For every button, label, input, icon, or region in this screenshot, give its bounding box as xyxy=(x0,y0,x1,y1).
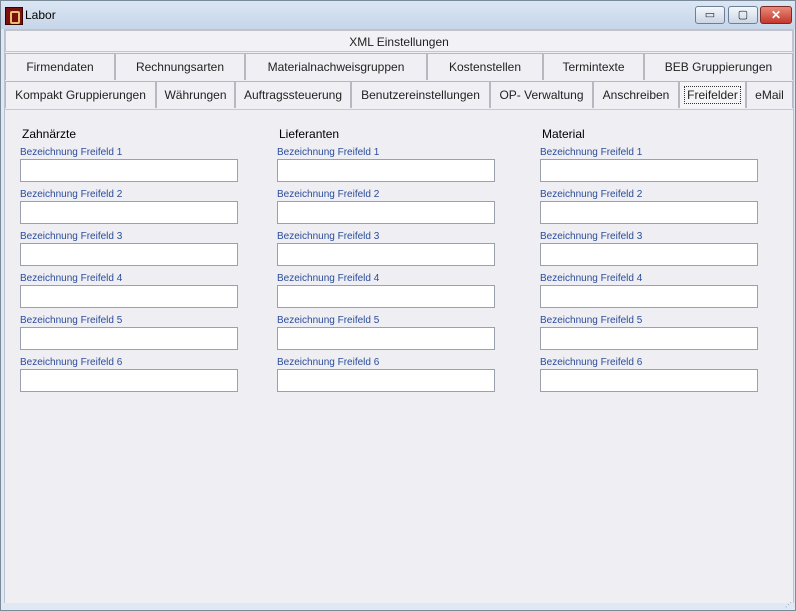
lieferanten-freifeld-1-input[interactable] xyxy=(277,159,495,182)
freifelder-panel: Zahnärzte Bezeichnung Freifeld 1 Bezeich… xyxy=(5,109,793,605)
tab-freifelder[interactable]: Freifelder xyxy=(679,81,746,108)
tab-kostenstellen[interactable]: Kostenstellen xyxy=(427,53,543,80)
maximize-button[interactable]: ▢ xyxy=(728,6,758,24)
tab-anschreiben[interactable]: Anschreiben xyxy=(593,81,679,108)
tab-beb-gruppierungen[interactable]: BEB Gruppierungen xyxy=(644,53,793,80)
tab-auftragssteuerung[interactable]: Auftragssteuerung xyxy=(235,81,351,108)
maximize-icon: ▢ xyxy=(737,9,749,21)
tab-freifelder-label: Freifelder xyxy=(684,86,741,104)
zahnaerzte-freifeld-5-input[interactable] xyxy=(20,327,238,350)
field-label: Bezeichnung Freifeld 5 xyxy=(277,315,380,326)
lieferanten-freifeld-4-input[interactable] xyxy=(277,285,495,308)
tab-waehrungen[interactable]: Währungen xyxy=(156,81,235,108)
material-freifeld-2-input[interactable] xyxy=(540,201,758,224)
tab-kompakt-gruppierungen[interactable]: Kompakt Gruppierungen xyxy=(5,81,156,108)
tab-row-2: Firmendaten Rechnungsarten Materialnachw… xyxy=(5,53,793,80)
zahnaerzte-freifeld-2-input[interactable] xyxy=(20,201,238,224)
zahnaerzte-freifeld-3-input[interactable] xyxy=(20,243,238,266)
tab-xml-einstellungen[interactable]: XML Einstellungen xyxy=(5,30,793,52)
tab-email[interactable]: eMail xyxy=(746,81,793,108)
field-label: Bezeichnung Freifeld 1 xyxy=(277,147,380,158)
lieferanten-freifeld-2-input[interactable] xyxy=(277,201,495,224)
lieferanten-freifeld-5-input[interactable] xyxy=(277,327,495,350)
minimize-icon: ▭ xyxy=(704,9,716,21)
tab-materialnachweisgruppen[interactable]: Materialnachweisgruppen xyxy=(245,53,427,80)
column-title-zahnaerzte: Zahnärzte xyxy=(22,127,77,141)
field-label: Bezeichnung Freifeld 6 xyxy=(540,357,643,368)
field-label: Bezeichnung Freifeld 4 xyxy=(540,273,643,284)
material-freifeld-1-input[interactable] xyxy=(540,159,758,182)
client-area: XML Einstellungen Firmendaten Rechnungsa… xyxy=(4,29,794,605)
tab-op-verwaltung[interactable]: OP- Verwaltung xyxy=(490,81,593,108)
resize-grip-icon[interactable]: ⋰ xyxy=(785,602,793,609)
field-label: Bezeichnung Freifeld 4 xyxy=(277,273,380,284)
field-label: Bezeichnung Freifeld 5 xyxy=(540,315,643,326)
tab-rechnungsarten[interactable]: Rechnungsarten xyxy=(115,53,245,80)
material-freifeld-5-input[interactable] xyxy=(540,327,758,350)
lieferanten-freifeld-6-input[interactable] xyxy=(277,369,495,392)
material-freifeld-6-input[interactable] xyxy=(540,369,758,392)
zahnaerzte-freifeld-4-input[interactable] xyxy=(20,285,238,308)
window-title: Labor xyxy=(25,8,56,22)
minimize-button[interactable]: ▭ xyxy=(695,6,725,24)
field-label: Bezeichnung Freifeld 6 xyxy=(277,357,380,368)
field-label: Bezeichnung Freifeld 1 xyxy=(20,147,123,158)
field-label: Bezeichnung Freifeld 1 xyxy=(540,147,643,158)
field-label: Bezeichnung Freifeld 2 xyxy=(277,189,380,200)
field-label: Bezeichnung Freifeld 4 xyxy=(20,273,123,284)
tab-termintexte[interactable]: Termintexte xyxy=(543,53,644,80)
column-title-lieferanten: Lieferanten xyxy=(279,127,340,141)
field-label: Bezeichnung Freifeld 3 xyxy=(540,231,643,242)
tab-benutzereinstellungen[interactable]: Benutzereinstellungen xyxy=(351,81,490,108)
status-strip: ⋰ xyxy=(1,602,795,610)
zahnaerzte-freifeld-1-input[interactable] xyxy=(20,159,238,182)
tab-row-3: Kompakt Gruppierungen Währungen Auftrags… xyxy=(5,81,793,108)
column-title-material: Material xyxy=(542,127,585,141)
close-button[interactable]: ✕ xyxy=(760,6,792,24)
field-label: Bezeichnung Freifeld 5 xyxy=(20,315,123,326)
tab-firmendaten[interactable]: Firmendaten xyxy=(5,53,115,80)
lieferanten-freifeld-3-input[interactable] xyxy=(277,243,495,266)
zahnaerzte-freifeld-6-input[interactable] xyxy=(20,369,238,392)
app-icon xyxy=(5,7,23,25)
title-bar[interactable]: Labor ▭ ▢ ✕ xyxy=(1,1,795,29)
close-icon: ✕ xyxy=(770,8,782,22)
field-label: Bezeichnung Freifeld 2 xyxy=(20,189,123,200)
app-window: Labor ▭ ▢ ✕ XML Einstellungen Firmendate… xyxy=(0,0,796,611)
field-label: Bezeichnung Freifeld 6 xyxy=(20,357,123,368)
field-label: Bezeichnung Freifeld 3 xyxy=(20,231,123,242)
field-label: Bezeichnung Freifeld 3 xyxy=(277,231,380,242)
field-label: Bezeichnung Freifeld 2 xyxy=(540,189,643,200)
material-freifeld-4-input[interactable] xyxy=(540,285,758,308)
material-freifeld-3-input[interactable] xyxy=(540,243,758,266)
